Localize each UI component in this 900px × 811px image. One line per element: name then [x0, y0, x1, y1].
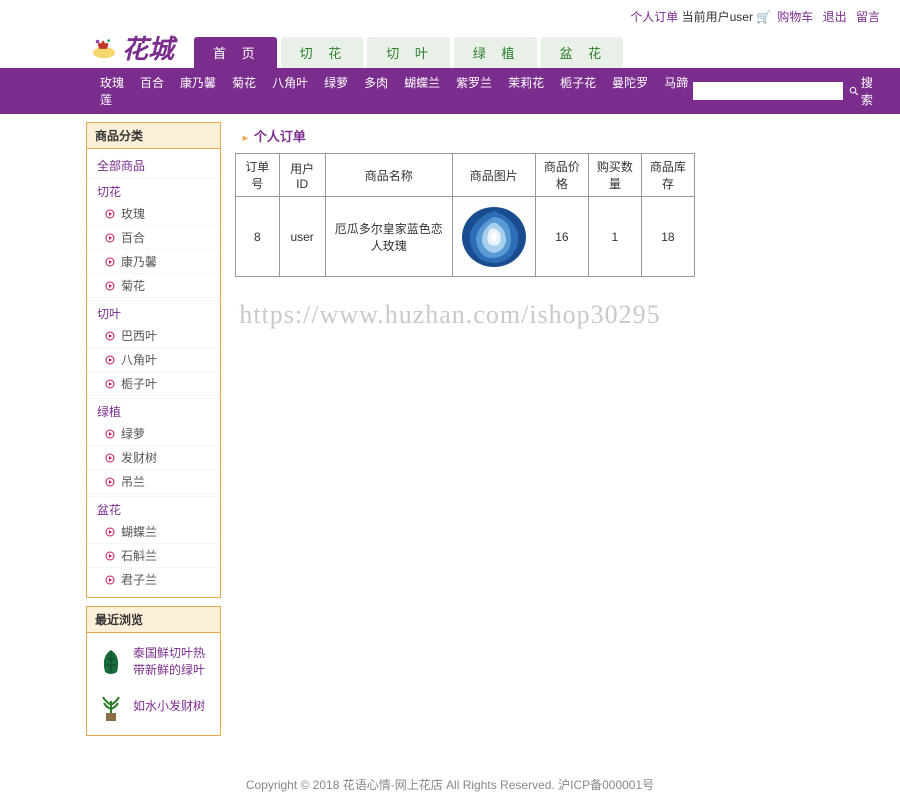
subnav-康乃馨[interactable]: 康乃馨 — [180, 76, 216, 90]
logout-link[interactable]: 退出 — [823, 10, 847, 24]
table-header: 商品价格 — [535, 154, 588, 197]
cell-stock: 18 — [641, 197, 694, 277]
bullet-icon — [105, 429, 115, 439]
page-title: 个人订单 — [235, 122, 900, 153]
top-bar: 个人订单 当前用户user 🛒 购物车 退出 留言 — [0, 0, 900, 29]
cell-qty: 1 — [588, 197, 641, 277]
tab-切花[interactable]: 切 花 — [281, 37, 364, 68]
cat-item-栀子叶[interactable]: 栀子叶 — [87, 372, 220, 396]
bullet-icon — [105, 453, 115, 463]
copyright-text: Copyright © 2018 花语心情-网上花店 All Rights Re… — [246, 778, 558, 792]
cat-item-石斛兰[interactable]: 石斛兰 — [87, 544, 220, 568]
cat-item-蝴蝶兰[interactable]: 蝴蝶兰 — [87, 520, 220, 544]
personal-order-link[interactable]: 个人订单 — [630, 10, 678, 24]
cat-item-巴西叶[interactable]: 巴西叶 — [87, 324, 220, 348]
cell-product-name: 厄瓜多尔皇家蓝色恋人玫瑰 — [325, 197, 452, 277]
cell-user-id: user — [279, 197, 325, 277]
table-header: 商品名称 — [325, 154, 452, 197]
tab-盆花[interactable]: 盆 花 — [541, 37, 624, 68]
cat-item-君子兰[interactable]: 君子兰 — [87, 568, 220, 591]
subnav-蝴蝶兰[interactable]: 蝴蝶兰 — [404, 76, 440, 90]
cat-item-菊花[interactable]: 菊花 — [87, 274, 220, 298]
cat-all[interactable]: 全部商品 — [87, 155, 220, 176]
cat-item-康乃馨[interactable]: 康乃馨 — [87, 250, 220, 274]
bullet-icon — [105, 575, 115, 585]
bullet-icon — [105, 355, 115, 365]
search-input[interactable] — [693, 82, 843, 100]
cat-item-绿萝[interactable]: 绿萝 — [87, 422, 220, 446]
subnav-曼陀罗[interactable]: 曼陀罗 — [612, 76, 648, 90]
icp-link[interactable]: 沪ICP备000001号 — [558, 778, 654, 792]
table-header: 商品图片 — [452, 154, 535, 197]
cat-group-切花[interactable]: 切花 — [87, 178, 220, 202]
tab-切叶[interactable]: 切 叶 — [367, 37, 450, 68]
cell-price: 16 — [535, 197, 588, 277]
cat-group-切叶[interactable]: 切叶 — [87, 300, 220, 324]
search-button[interactable]: 搜索 — [849, 74, 880, 108]
subnav-绿萝[interactable]: 绿萝 — [324, 76, 348, 90]
recent-box: 最近浏览 泰国鲜切叶热带新鲜的绿叶如水小发财树 — [86, 606, 221, 736]
cat-item-吊兰[interactable]: 吊兰 — [87, 470, 220, 494]
table-header: 订单号 — [236, 154, 280, 197]
recent-item-label: 泰国鲜切叶热带新鲜的绿叶 — [133, 645, 212, 679]
footer: Copyright © 2018 花语心情-网上花店 All Rights Re… — [0, 764, 900, 811]
subnav-玫瑰[interactable]: 玫瑰 — [100, 76, 124, 90]
cell-order-no: 8 — [236, 197, 280, 277]
cat-group-绿植[interactable]: 绿植 — [87, 398, 220, 422]
cat-group-盆花[interactable]: 盆花 — [87, 496, 220, 520]
bullet-icon — [105, 331, 115, 341]
leaf-thumb-icon — [95, 646, 127, 678]
tab-首页[interactable]: 首 页 — [194, 37, 277, 68]
main-tabs: 首 页切 花切 叶绿 植盆 花 — [194, 37, 623, 68]
recent-item[interactable]: 泰国鲜切叶热带新鲜的绿叶 — [87, 639, 220, 685]
flower-logo-icon — [90, 36, 118, 60]
sidebar: 商品分类 全部商品切花玫瑰百合康乃馨菊花切叶巴西叶八角叶栀子叶绿植绿萝发财树吊兰… — [86, 122, 221, 744]
recent-item-label: 如水小发财树 — [133, 698, 205, 715]
table-header: 商品库存 — [641, 154, 694, 197]
search-icon — [849, 85, 859, 97]
category-title: 商品分类 — [87, 123, 220, 149]
recent-item[interactable]: 如水小发财树 — [87, 685, 220, 729]
subnav-茉莉花[interactable]: 茉莉花 — [508, 76, 544, 90]
category-box: 商品分类 全部商品切花玫瑰百合康乃馨菊花切叶巴西叶八角叶栀子叶绿植绿萝发财树吊兰… — [86, 122, 221, 598]
cart-link[interactable]: 购物车 — [777, 10, 813, 24]
subnav-紫罗兰[interactable]: 紫罗兰 — [456, 76, 492, 90]
cat-item-百合[interactable]: 百合 — [87, 226, 220, 250]
bullet-icon — [105, 551, 115, 561]
bullet-icon — [105, 379, 115, 389]
subnav-栀子花[interactable]: 栀子花 — [560, 76, 596, 90]
bullet-icon — [105, 477, 115, 487]
subnav-菊花[interactable]: 菊花 — [232, 76, 256, 90]
table-header: 购买数量 — [588, 154, 641, 197]
cat-item-发财树[interactable]: 发财树 — [87, 446, 220, 470]
tab-绿植[interactable]: 绿 植 — [454, 37, 537, 68]
cat-item-八角叶[interactable]: 八角叶 — [87, 348, 220, 372]
search-box: 搜索 — [693, 74, 880, 108]
subnav-八角叶[interactable]: 八角叶 — [272, 76, 308, 90]
order-table: 订单号用户ID商品名称商品图片商品价格购买数量商品库存 8user厄瓜多尔皇家蓝… — [235, 153, 695, 277]
cell-product-img — [452, 197, 535, 277]
bullet-icon — [105, 281, 115, 291]
cat-item-玫瑰[interactable]: 玫瑰 — [87, 202, 220, 226]
current-user-label: 当前用户user — [682, 10, 753, 24]
subnav-百合[interactable]: 百合 — [140, 76, 164, 90]
plant-thumb-icon — [95, 691, 127, 723]
product-image — [455, 199, 533, 271]
cart-icon: 🛒 — [756, 10, 771, 24]
subnav-多肉[interactable]: 多肉 — [364, 76, 388, 90]
main-content: 个人订单 订单号用户ID商品名称商品图片商品价格购买数量商品库存 8user厄瓜… — [221, 122, 900, 744]
bullet-icon — [105, 209, 115, 219]
sub-nav: 玫瑰百合康乃馨菊花八角叶绿萝多肉蝴蝶兰紫罗兰茉莉花栀子花曼陀罗马蹄莲 搜索 — [0, 68, 900, 114]
logo[interactable]: 花城 — [90, 29, 174, 66]
bullet-icon — [105, 233, 115, 243]
table-row: 8user厄瓜多尔皇家蓝色恋人玫瑰 16118 — [236, 197, 695, 277]
bullet-icon — [105, 527, 115, 537]
bullet-icon — [105, 257, 115, 267]
table-header: 用户ID — [279, 154, 325, 197]
logo-text: 花城 — [122, 29, 174, 66]
message-link[interactable]: 留言 — [856, 10, 880, 24]
